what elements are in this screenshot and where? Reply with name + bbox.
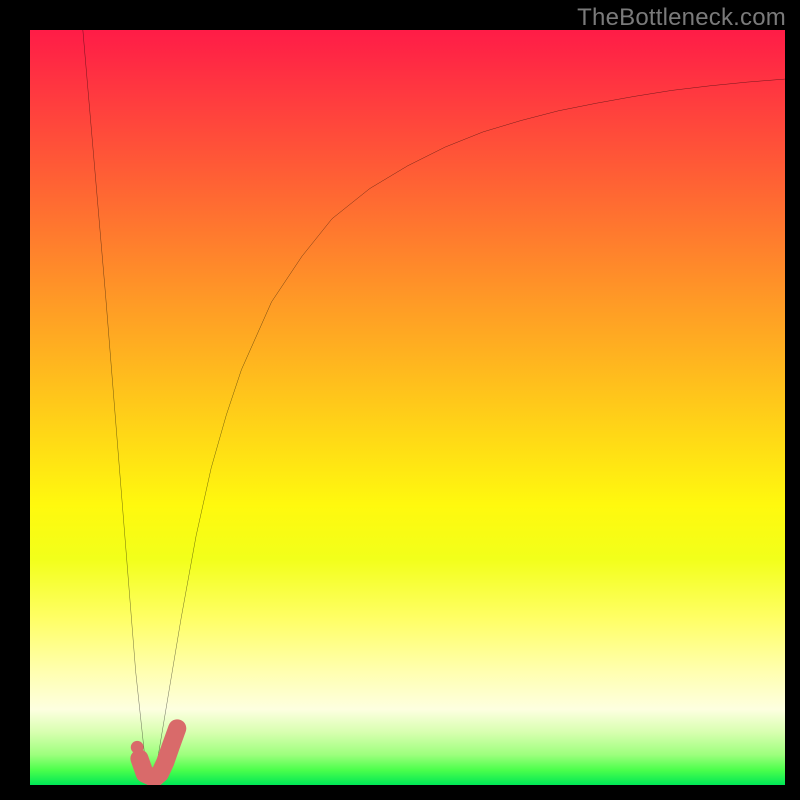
- chart-frame: TheBottleneck.com: [0, 0, 800, 800]
- watermark-text: TheBottleneck.com: [577, 4, 786, 32]
- marker-hook: [139, 728, 177, 778]
- curve-layer: [83, 30, 785, 777]
- bottleneck-curve: [83, 30, 785, 777]
- marker-layer: [131, 728, 177, 778]
- marker-dot: [131, 741, 144, 754]
- plot-area: [30, 30, 785, 785]
- chart-svg: [30, 30, 785, 785]
